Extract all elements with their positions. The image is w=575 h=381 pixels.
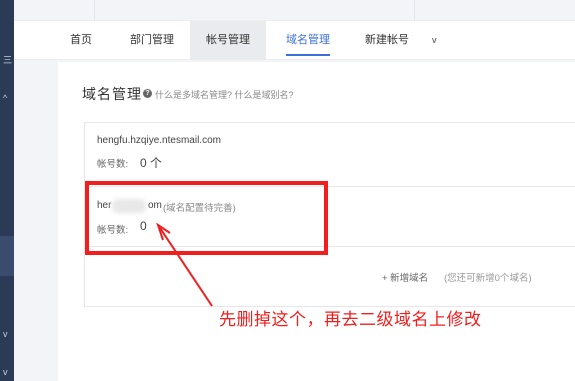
annotation-text: 先删掉这个，再去二级域名上修改: [219, 310, 482, 330]
annotation-arrow-line: [159, 227, 213, 307]
